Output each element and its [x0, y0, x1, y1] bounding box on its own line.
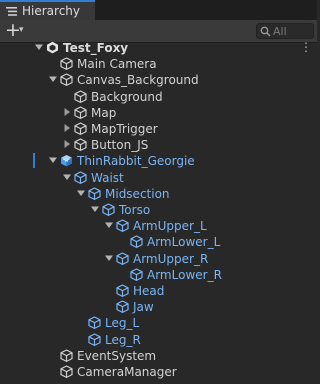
hierarchy-row[interactable]: Midsection — [0, 186, 317, 202]
gameobject-icon — [60, 73, 73, 87]
hierarchy-row[interactable]: Background — [0, 89, 317, 105]
gameobject-icon — [116, 219, 129, 233]
gameobject-label: Head — [133, 284, 165, 298]
gameobject-label: ArmLower_R — [147, 267, 222, 282]
hierarchy-row[interactable]: Main Camera — [0, 56, 317, 72]
prefab-model-icon — [61, 155, 72, 167]
gameobject-icon — [88, 187, 101, 200]
hierarchy-row[interactable]: CameraManager — [0, 364, 317, 380]
hierarchy-row[interactable]: Button_JS — [0, 137, 317, 153]
gameobject-label: CameraManager — [77, 365, 177, 379]
hierarchy-row[interactable]: Test_Foxy ⋮ — [0, 40, 317, 56]
hierarchy-row[interactable]: Map — [0, 105, 317, 121]
hierarchy-row[interactable]: MapTrigger — [0, 121, 317, 137]
gameobject-icon — [116, 300, 129, 314]
gameobject-icon — [60, 365, 73, 378]
hierarchy-row[interactable]: EventSystem — [0, 348, 317, 364]
gameobject-icon — [60, 349, 73, 362]
hierarchy-row[interactable]: Waist — [0, 170, 317, 186]
chevron-down-icon: ▾ — [19, 25, 24, 35]
expand-arrow-down-icon[interactable] — [76, 188, 86, 198]
expand-arrow-right-icon[interactable] — [62, 107, 72, 117]
hierarchy-row[interactable]: Jaw — [0, 299, 317, 315]
gameobject-label: Map — [91, 105, 117, 120]
gameobject-icon — [130, 268, 143, 281]
gameobject-label: EventSystem — [77, 348, 157, 363]
gameobject-icon — [88, 316, 101, 330]
more-options-icon[interactable]: ⋮ — [300, 40, 312, 54]
expand-arrow-down-icon[interactable] — [62, 172, 72, 182]
expand-arrow-down-icon[interactable] — [48, 74, 58, 84]
search-input[interactable] — [273, 24, 311, 38]
gameobject-label: Test_Foxy — [63, 41, 129, 55]
gameobject-label: MapTrigger — [91, 122, 158, 136]
gameobject-label: ThinRabbit_Georgie — [77, 154, 195, 169]
gameobject-label: Torso — [119, 203, 151, 217]
unity-scene-icon — [47, 41, 58, 54]
gameobject-label: ArmLower_L — [147, 235, 221, 250]
expand-arrow-down-icon[interactable] — [104, 220, 114, 230]
hierarchy-row[interactable]: ArmUpper_L — [0, 218, 317, 234]
search-icon — [260, 26, 271, 37]
expand-arrow-down-icon[interactable] — [48, 155, 58, 165]
gameobject-icon — [74, 89, 87, 103]
gameobject-icon — [60, 57, 73, 71]
gameobject-icon — [116, 284, 129, 297]
expand-arrow-right-icon[interactable] — [62, 139, 72, 149]
gameobject-label: Leg_R — [105, 332, 141, 347]
expand-arrow-down-icon[interactable] — [104, 253, 114, 263]
gameobject-label: Button_JS — [91, 138, 149, 153]
list-icon — [6, 7, 17, 16]
gameobject-label: Main Camera — [77, 57, 157, 72]
gameobject-icon — [74, 122, 87, 135]
expand-arrow-down-icon[interactable] — [34, 42, 44, 52]
gameobject-icon — [88, 332, 101, 346]
tab-bar: Hierarchy — [0, 0, 317, 20]
tab-label: Hierarchy — [22, 4, 81, 18]
gameobject-icon — [102, 203, 115, 216]
gameobject-label: Background — [91, 89, 163, 104]
hierarchy-row[interactable]: Head — [0, 283, 317, 299]
gameobject-icon — [74, 170, 87, 184]
hierarchy-row[interactable]: Canvas_Background — [0, 72, 317, 88]
gameobject-icon — [130, 235, 143, 249]
gameobject-label: Midsection — [105, 186, 170, 201]
hierarchy-row[interactable]: Leg_R — [0, 332, 317, 348]
gameobject-label: ArmUpper_L — [133, 219, 207, 234]
gameobject-label: Leg_L — [105, 316, 140, 331]
tab-hierarchy[interactable]: Hierarchy — [0, 0, 95, 20]
gameobject-icon — [74, 106, 87, 119]
gameobject-icon — [74, 138, 87, 152]
gameobject-label: Jaw — [133, 300, 154, 315]
gameobject-label: Waist — [91, 170, 124, 185]
search-field[interactable] — [256, 23, 314, 39]
add-gameobject-button[interactable]: + ▾ — [2, 19, 32, 41]
hierarchy-row[interactable]: ThinRabbit_Georgie — [0, 153, 317, 169]
hierarchy-row[interactable]: Leg_L — [0, 315, 317, 331]
gameobject-label: ArmUpper_R — [133, 251, 209, 266]
expand-arrow-down-icon[interactable] — [90, 204, 100, 214]
hierarchy-row[interactable]: ArmLower_R — [0, 267, 317, 283]
expand-arrow-right-icon[interactable] — [62, 123, 72, 133]
gameobject-label: Canvas_Background — [77, 73, 199, 88]
gameobject-icon — [116, 251, 129, 265]
hierarchy-row[interactable]: Torso — [0, 202, 317, 218]
hierarchy-row[interactable]: ArmUpper_R — [0, 251, 317, 267]
hierarchy-row[interactable]: ArmLower_L — [0, 234, 317, 250]
